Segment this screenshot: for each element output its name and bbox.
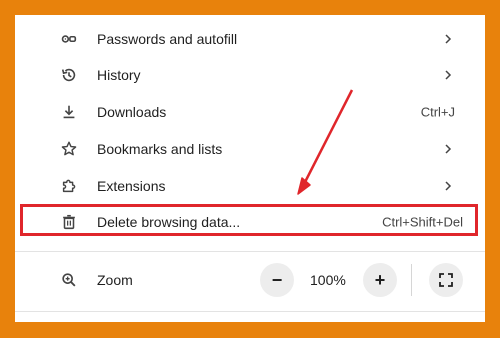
zoom-icon [59,270,79,290]
menu-item-downloads[interactable]: Downloads Ctrl+J [15,94,485,130]
menu-item-label: Bookmarks and lists [97,141,223,157]
menu-divider [15,311,485,312]
menu-item-delete-browsing-data[interactable]: Delete browsing data... Ctrl+Shift+Del [15,204,485,240]
zoom-out-button[interactable]: − [260,263,294,297]
download-icon [59,102,79,122]
key-icon [59,29,79,49]
menu-item-label: Passwords and autofill [97,31,238,47]
shortcut-label: Ctrl+J [420,104,455,120]
history-icon [59,65,79,85]
zoom-row: Zoom − 100% + [15,258,485,302]
menu-item-passwords[interactable]: Passwords and autofill [15,21,485,57]
plus-icon: + [374,269,386,290]
zoom-separator [411,264,412,296]
zoom-level: 100% [310,272,346,288]
shortcut-label: Ctrl+Shift+Del [382,214,463,230]
fullscreen-icon [439,273,453,287]
minus-icon: − [271,269,283,290]
zoom-label: Zoom [97,272,133,288]
fullscreen-button[interactable] [429,263,463,297]
menu-item-history[interactable]: History [15,57,485,93]
zoom-in-button[interactable]: + [363,263,397,297]
chevron-right-icon [445,144,452,154]
menu-item-bookmarks[interactable]: Bookmarks and lists [15,131,485,167]
menu-item-label: Downloads [97,104,167,120]
star-icon [59,139,79,159]
menu-item-label: History [97,67,141,83]
chevron-right-icon [445,34,452,44]
menu-item-extensions[interactable]: Extensions [15,168,485,204]
chevron-right-icon [445,70,452,80]
chevron-right-icon [445,181,452,191]
browser-menu: Passwords and autofill History Downloads… [15,15,485,322]
menu-item-label: Extensions [97,178,166,194]
menu-item-label: Delete browsing data... [97,214,241,230]
puzzle-icon [59,176,79,196]
menu-divider [15,251,485,252]
trash-icon [59,212,79,232]
